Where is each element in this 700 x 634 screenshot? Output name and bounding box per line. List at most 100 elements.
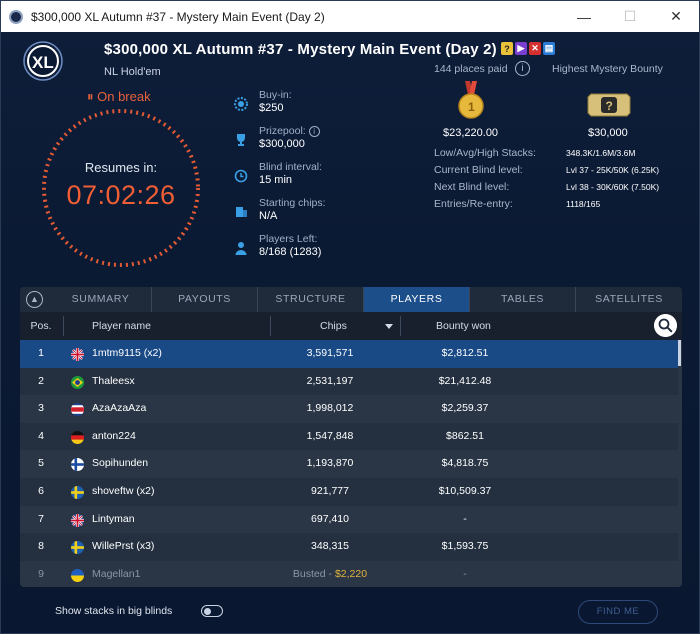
prizepool-label-text: Prizepool: <box>259 125 306 137</box>
table-row[interactable]: 4 anton224 1,547,848 $862.51 <box>20 423 678 451</box>
row-bounty: $4,818.75 <box>441 457 489 470</box>
row-chips: 3,591,571 <box>306 347 354 359</box>
row-player-name: Magellan1 <box>92 567 141 580</box>
places-info-icon[interactable]: i <box>515 61 530 76</box>
table-row[interactable]: 1 1mtm9115 (x2) 3,591,571 $2,812.51 <box>20 340 678 368</box>
row-pos: 3 <box>38 402 44 415</box>
row-bounty: $10,509.37 <box>438 485 492 497</box>
row-pos: 6 <box>38 485 44 497</box>
buyin-value: $250 <box>259 102 284 114</box>
table-row[interactable]: 3 AzaAzaAza 1,998,012 $2,259.37 <box>20 395 678 423</box>
player-icon <box>235 242 247 255</box>
flag-br-icon <box>71 375 84 389</box>
table-row[interactable]: 8 WillePrst (x3) 348,315 $1,593.75 <box>20 533 678 561</box>
entries-stat: Entries/Re-entry: 1118/165 <box>434 198 694 215</box>
table-scrollbar[interactable] <box>678 340 682 587</box>
row-bounty: $2,812.51 <box>441 347 489 359</box>
video-badge-icon: ▶ <box>515 42 527 55</box>
prizepool-info-icon[interactable]: i <box>308 126 320 137</box>
table-row[interactable]: 6 shoveftw (x2) 921,777 $10,509.37 <box>20 478 678 506</box>
find-me-button[interactable]: FIND ME <box>578 600 658 624</box>
row-bounty: - <box>463 567 467 580</box>
tab-summary[interactable]: SUMMARY <box>50 287 152 312</box>
event-title: $300,000 XL Autumn #37 - Mystery Main Ev… <box>104 41 497 58</box>
tab-tables[interactable]: TABLES <box>470 287 576 312</box>
starting-chips-value: N/A <box>259 210 278 222</box>
row-chips: 2,531,197 <box>306 374 354 387</box>
header-player-name[interactable]: Player name <box>92 312 151 340</box>
table-row[interactable]: 9 Magellan1 Busted - $2,220 - <box>20 560 678 587</box>
toggle-knob <box>204 607 211 615</box>
mystery-badge-icon: ? <box>501 42 513 55</box>
tab-players[interactable]: PLAYERS <box>364 287 470 312</box>
svg-text:?: ? <box>606 99 613 113</box>
buyin-label: Buy-in: <box>259 89 292 101</box>
row-player-name: 1mtm9115 (x2) <box>92 347 162 359</box>
stacks-stat: Low/Avg/High Stacks: 348.3K/1.6M/3.6M <box>434 147 694 164</box>
multi-entry-badge-icon: ▤ <box>543 42 555 55</box>
flag-ua-icon <box>71 568 84 582</box>
row-pos: 5 <box>38 457 44 470</box>
row-pos: 9 <box>38 567 44 580</box>
row-chips: 1,193,870 <box>306 457 354 470</box>
header-pos[interactable]: Pos. <box>20 312 62 340</box>
row-player-name: Sopihunden <box>92 457 149 470</box>
entries-value: 1118/165 <box>566 199 601 209</box>
row-pos: 4 <box>38 429 44 442</box>
stacks-in-bb-toggle[interactable] <box>201 605 223 617</box>
tab-payouts[interactable]: PAYOUTS <box>152 287 258 312</box>
row-chips: 348,315 <box>311 540 349 553</box>
entries-label: Entries/Re-entry: <box>434 198 513 210</box>
header-chips[interactable]: Chips <box>320 312 347 340</box>
row-bounty: $862.51 <box>446 429 484 442</box>
row-chips: 1,547,848 <box>306 429 354 442</box>
pause-icon: ⏸ <box>87 89 94 104</box>
break-status: ⏸ On break <box>87 89 151 105</box>
table-row[interactable]: 5 Sopihunden 1,193,870 $4,818.75 <box>20 450 678 478</box>
prizepool-info: Prizepool: i $300,000 <box>234 125 424 161</box>
maximize-button[interactable]: ☐ <box>607 1 653 32</box>
players-left-label: Players Left: <box>259 233 318 245</box>
scrollbar-thumb[interactable] <box>678 340 681 366</box>
resumes-label: Resumes in: <box>84 160 158 175</box>
tab-structure[interactable]: STRUCTURE <box>258 287 364 312</box>
table-row[interactable]: 7 Lintyman 697,410 - <box>20 505 678 534</box>
places-paid: 144 places paid <box>434 63 508 75</box>
chip-stack-icon <box>236 207 247 217</box>
xl-logo-icon: XL <box>23 41 63 81</box>
next-blind-label: Next Blind level: <box>434 181 510 193</box>
table-row[interactable]: 2 Thaleesx 2,531,197 $21,412.48 <box>20 368 678 396</box>
players-left-info: Players Left: 8/168 (1283) <box>234 233 424 269</box>
current-blind-stat: Current Blind level: Lvl 37 - 25K/50K (6… <box>434 164 694 181</box>
prizepool-label: Prizepool: i <box>259 125 320 137</box>
chip-icon <box>234 97 248 111</box>
knockout-badge-icon: ✕ <box>529 42 541 55</box>
starting-chips-label: Starting chips: <box>259 197 326 209</box>
prizepool-value: $300,000 <box>259 138 305 150</box>
app-icon <box>9 9 23 24</box>
stacks-label: Low/Avg/High Stacks: <box>434 147 536 159</box>
row-bounty: $1,593.75 <box>441 540 489 553</box>
row-bounty: - <box>463 512 467 525</box>
window-title: $300,000 XL Autumn #37 - Mystery Main Ev… <box>31 9 325 24</box>
close-button[interactable]: ✕ <box>653 1 699 32</box>
minimize-button[interactable]: — <box>561 1 607 32</box>
search-icon[interactable] <box>654 314 677 337</box>
highest-bounty-value: $30,000 <box>588 127 628 139</box>
flag-gb-icon <box>71 513 84 527</box>
column-divider <box>400 316 401 336</box>
flag-gb-icon <box>71 348 84 361</box>
header-bounty-won[interactable]: Bounty won <box>436 312 491 340</box>
mystery-bounty-icon: ? <box>587 93 631 117</box>
first-prize-value: $23,220.00 <box>443 127 499 139</box>
players-panel: ▲ SUMMARY PAYOUTS STRUCTURE PLAYERS TABL… <box>20 287 682 587</box>
sort-desc-icon[interactable] <box>385 324 393 329</box>
blind-interval-value: 15 min <box>259 174 293 186</box>
highest-bounty-label: Highest Mystery Bounty <box>552 63 663 75</box>
gold-medal-icon: 1 <box>458 81 484 119</box>
event-badges: ? ▶ ✕ ▤ <box>501 42 555 55</box>
current-blind-value: Lvl 37 - 25K/50K (6.25K) <box>566 165 660 175</box>
tab-satellites[interactable]: SATELLITES <box>576 287 682 312</box>
collapse-up-icon[interactable]: ▲ <box>26 291 43 308</box>
tab-bar: ▲ SUMMARY PAYOUTS STRUCTURE PLAYERS TABL… <box>20 287 682 312</box>
